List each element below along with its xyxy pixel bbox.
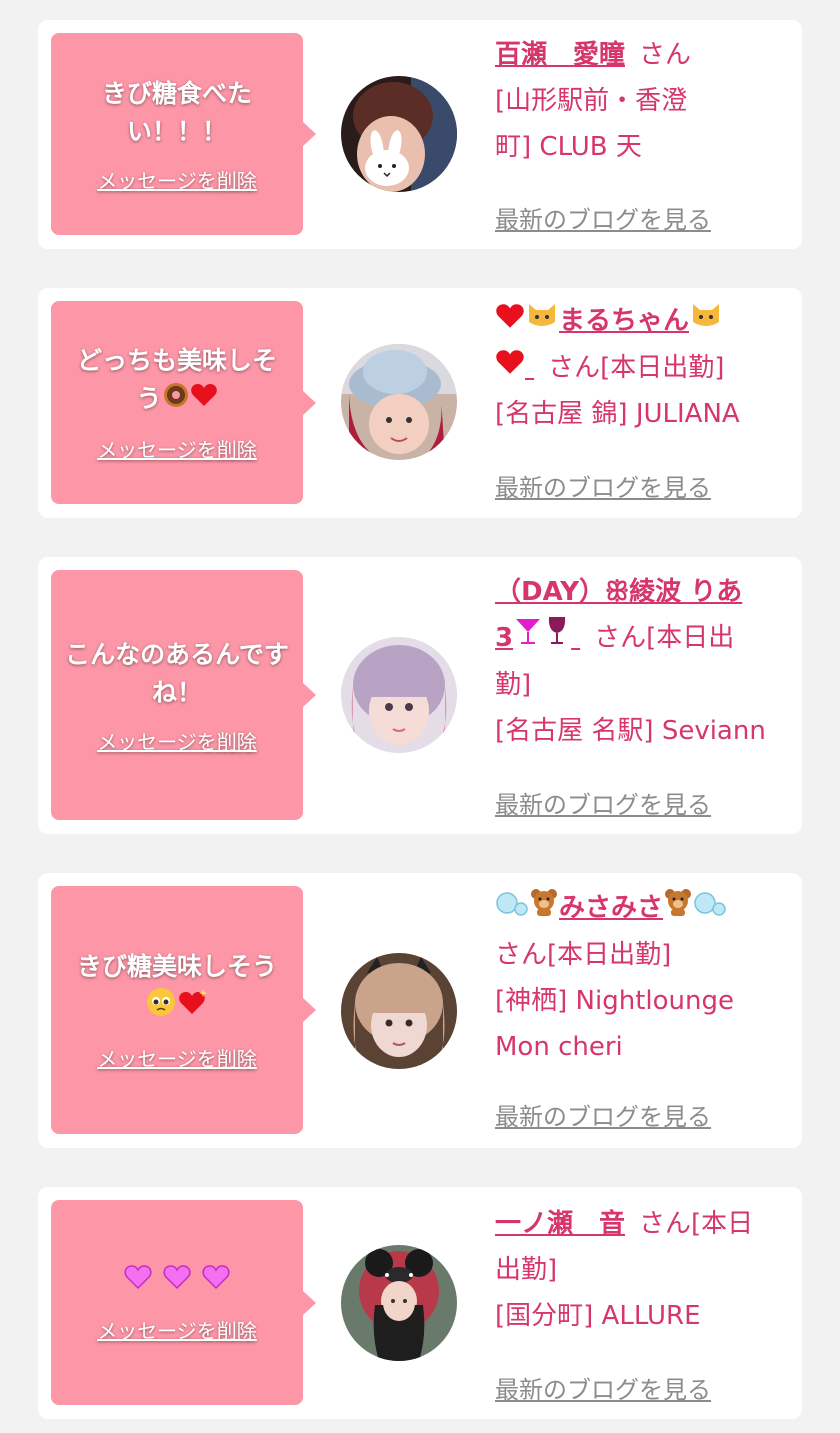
user-avatar-cat-ears-icon (341, 953, 457, 1069)
wine-glass-icon (543, 615, 571, 662)
avatar[interactable] (341, 76, 457, 192)
latest-blog-link[interactable]: 最新のブログを見る (495, 200, 711, 235)
message-bubble: きび糖食べたい！！！ メッセージを削除 (51, 33, 316, 235)
avatar[interactable] (341, 344, 457, 460)
delete-message-link[interactable]: メッセージを削除 (97, 726, 257, 755)
message-card: きび糖食べたい！！！ メッセージを削除 百瀬 愛瞳 さん [山形駅前・香澄 町] … (38, 20, 802, 249)
cast-name-link[interactable]: （DAY）ꕥ綾波 りあ (495, 577, 742, 607)
name-suffix: さん[本日出勤] (548, 352, 725, 383)
heart-icon (201, 1263, 231, 1301)
message-text: こんなのあるんですね！ (65, 639, 289, 707)
message-text: きび糖美味しそう (77, 948, 277, 1029)
latest-blog-link[interactable]: 最新のブログを見る (495, 468, 711, 503)
store-line: [名古屋 錦] JULIANA (495, 399, 740, 429)
heart-icon (190, 381, 218, 419)
message-bubble: きび糖美味しそう メッセージを削除 (51, 886, 316, 1134)
store-line: [神栖] Nightlounge (495, 985, 734, 1016)
store-line: [国分町] ALLURE (495, 1301, 701, 1331)
store-line: 町] CLUB 天 (495, 132, 642, 162)
avatar[interactable] (341, 637, 457, 753)
name-suffix: 出勤] (495, 1255, 558, 1285)
bubbles-icon (693, 886, 727, 932)
latest-blog-link[interactable]: 最新のブログを見る (495, 1370, 711, 1405)
name-suffix: さん[本日 (639, 1209, 754, 1239)
name-suffix: さん[本日出 (594, 623, 735, 653)
user-avatar-bunny-icon (341, 76, 457, 192)
cast-info: まるちゃん さん[本日出勤] [名古屋 錦] JULIANA (495, 298, 795, 437)
store-line: [山形駅前・香澄 (495, 86, 688, 116)
sparkling-heart-icon (177, 987, 209, 1028)
cat-icon (525, 299, 559, 345)
heart-icon (162, 1263, 192, 1301)
message-text-content: きび糖美味しそう (76, 952, 277, 981)
cast-name-text: みさみさ (559, 893, 664, 923)
donut-icon (162, 381, 190, 420)
message-text: どっちも美味しそう (65, 342, 289, 420)
message-bubble: メッセージを削除 (51, 1200, 316, 1405)
cast-info: みさみさ さん[本日出勤] [神栖] Nightlounge Mon cheri (495, 885, 795, 1070)
message-card: こんなのあるんですね！ メッセージを削除 （DAY）ꕥ綾波 りあ 3 さん[本日… (38, 557, 802, 834)
delete-message-link[interactable]: メッセージを削除 (97, 165, 257, 194)
teddy-bear-icon (529, 886, 559, 932)
name-suffix: さん[本日出勤] (495, 939, 672, 970)
message-text (123, 1262, 230, 1301)
bubbles-icon (495, 886, 529, 932)
heart-icon (495, 345, 525, 391)
latest-blog-link[interactable]: 最新のブログを見る (495, 1097, 711, 1132)
cast-name-link[interactable]: 一ノ瀬 音 (495, 1209, 625, 1239)
message-card: どっちも美味しそう メッセージを削除 まるちゃん さん[本日出勤] [名古屋 錦… (38, 288, 802, 518)
pleading-face-icon (145, 986, 177, 1029)
name-suffix: 勤] (495, 670, 532, 700)
message-card: きび糖美味しそう メッセージを削除 みさみさ さん[本日出勤] [神栖] Nig… (38, 873, 802, 1148)
cast-name-link[interactable]: 3 (495, 617, 580, 653)
teddy-bear-icon (663, 886, 693, 932)
avatar[interactable] (341, 1245, 457, 1361)
cast-name-text: まるちゃん (559, 306, 690, 336)
message-card: メッセージを削除 一ノ瀬 音さん[本日 出勤] [国分町] ALLURE 最新の… (38, 1187, 802, 1419)
store-line: [名古屋 名駅] Seviann (495, 716, 766, 746)
cast-info: 百瀬 愛瞳 さん [山形駅前・香澄 町] CLUB 天 (495, 32, 795, 170)
avatar[interactable] (341, 953, 457, 1069)
message-text: きび糖食べたい！！！ (101, 78, 252, 146)
cast-info: （DAY）ꕥ綾波 りあ 3 さん[本日出 勤] [名古屋 名駅] Seviann (495, 569, 795, 754)
cocktail-icon (513, 615, 543, 662)
message-bubble: どっちも美味しそう メッセージを削除 (51, 301, 316, 504)
heart-icon (495, 299, 525, 345)
user-avatar-pink-hair-icon (341, 637, 457, 753)
cast-info: 一ノ瀬 音さん[本日 出勤] [国分町] ALLURE (495, 1201, 795, 1339)
cat-icon (689, 299, 723, 345)
delete-message-link[interactable]: メッセージを削除 (97, 1043, 257, 1072)
heart-icon (123, 1263, 153, 1301)
user-avatar-ribbon-icon (341, 1245, 457, 1361)
delete-message-link[interactable]: メッセージを削除 (97, 1315, 257, 1344)
cast-name-link[interactable]: みさみさ (495, 888, 727, 923)
user-avatar-hat-icon (341, 344, 457, 460)
cast-name-link[interactable]: 百瀬 愛瞳 (495, 40, 625, 70)
store-line: Mon cheri (495, 1031, 623, 1062)
message-bubble: こんなのあるんですね！ メッセージを削除 (51, 570, 316, 820)
cast-name-text: 3 (495, 623, 514, 653)
latest-blog-link[interactable]: 最新のブログを見る (495, 785, 711, 820)
delete-message-link[interactable]: メッセージを削除 (97, 434, 257, 463)
name-suffix: さん (639, 40, 692, 70)
